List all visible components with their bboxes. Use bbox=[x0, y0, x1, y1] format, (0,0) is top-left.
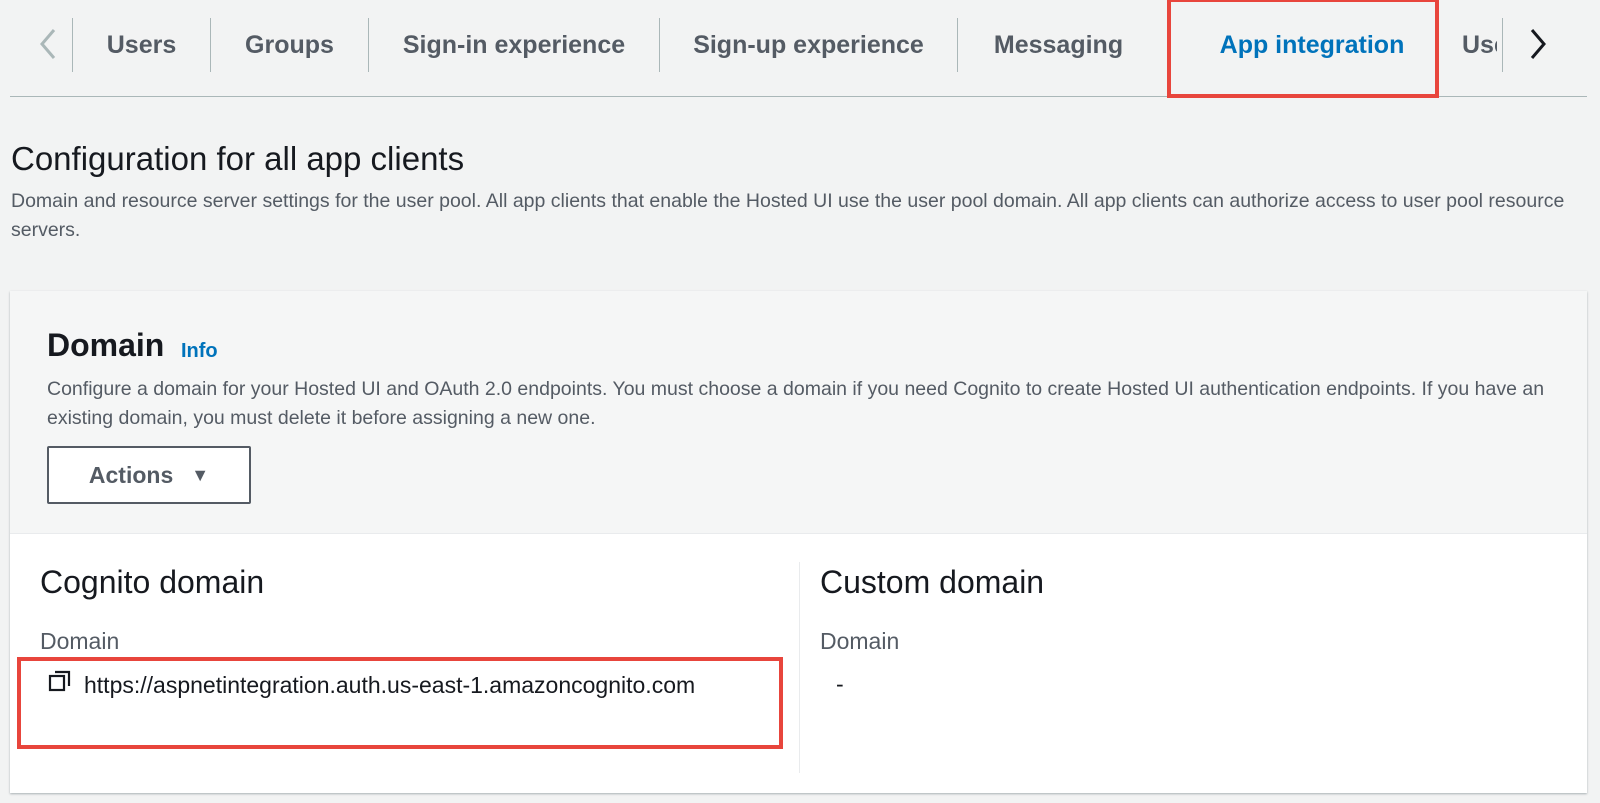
caret-down-icon: ▼ bbox=[191, 464, 210, 485]
tab-sign-in-experience[interactable]: Sign-in experience bbox=[369, 20, 659, 70]
custom-domain-label: Domain bbox=[820, 628, 900, 654]
custom-domain-value: - bbox=[836, 671, 844, 697]
actions-label: Actions bbox=[88, 461, 174, 488]
tab-bar: Users Groups Sign-in experience Sign-up … bbox=[10, 0, 1587, 97]
cognito-domain-value: https://aspnetintegration.auth.us-east-1… bbox=[40, 666, 758, 706]
page-description: Domain and resource server settings for … bbox=[11, 190, 1565, 241]
domain-card-header: Domain Info Configure a domain for your … bbox=[10, 291, 1587, 534]
cognito-domain-url: https://aspnetintegration.auth.us-east-1… bbox=[84, 672, 696, 698]
tab-app-integration[interactable]: App integration bbox=[1176, 20, 1448, 70]
cognito-domain-label: Domain bbox=[40, 628, 120, 654]
actions-dropdown-button[interactable]: Actions ▼ bbox=[47, 446, 251, 504]
cognito-domain-title: Cognito domain bbox=[40, 564, 265, 600]
copy-icon[interactable] bbox=[48, 666, 72, 704]
tab-user-pool-properties[interactable]: Use bbox=[1462, 20, 1497, 70]
chevron-right-icon[interactable] bbox=[1518, 22, 1558, 66]
tab-users[interactable]: Users bbox=[73, 20, 210, 70]
page-title: Configuration for all app clients bbox=[11, 140, 465, 177]
tab-sign-up-experience[interactable]: Sign-up experience bbox=[660, 20, 957, 70]
domain-card: Domain Info Configure a domain for your … bbox=[10, 291, 1587, 793]
tab-divider bbox=[1502, 18, 1503, 72]
domain-card-description: Configure a domain for your Hosted UI an… bbox=[47, 378, 1545, 429]
column-divider bbox=[799, 562, 800, 773]
tab-messaging[interactable]: Messaging bbox=[958, 20, 1159, 70]
domain-card-title: Domain bbox=[47, 327, 165, 363]
info-link[interactable]: Info bbox=[181, 340, 218, 363]
custom-domain-title: Custom domain bbox=[820, 564, 1045, 600]
tab-groups[interactable]: Groups bbox=[211, 20, 368, 70]
chevron-left-icon[interactable] bbox=[28, 22, 68, 66]
